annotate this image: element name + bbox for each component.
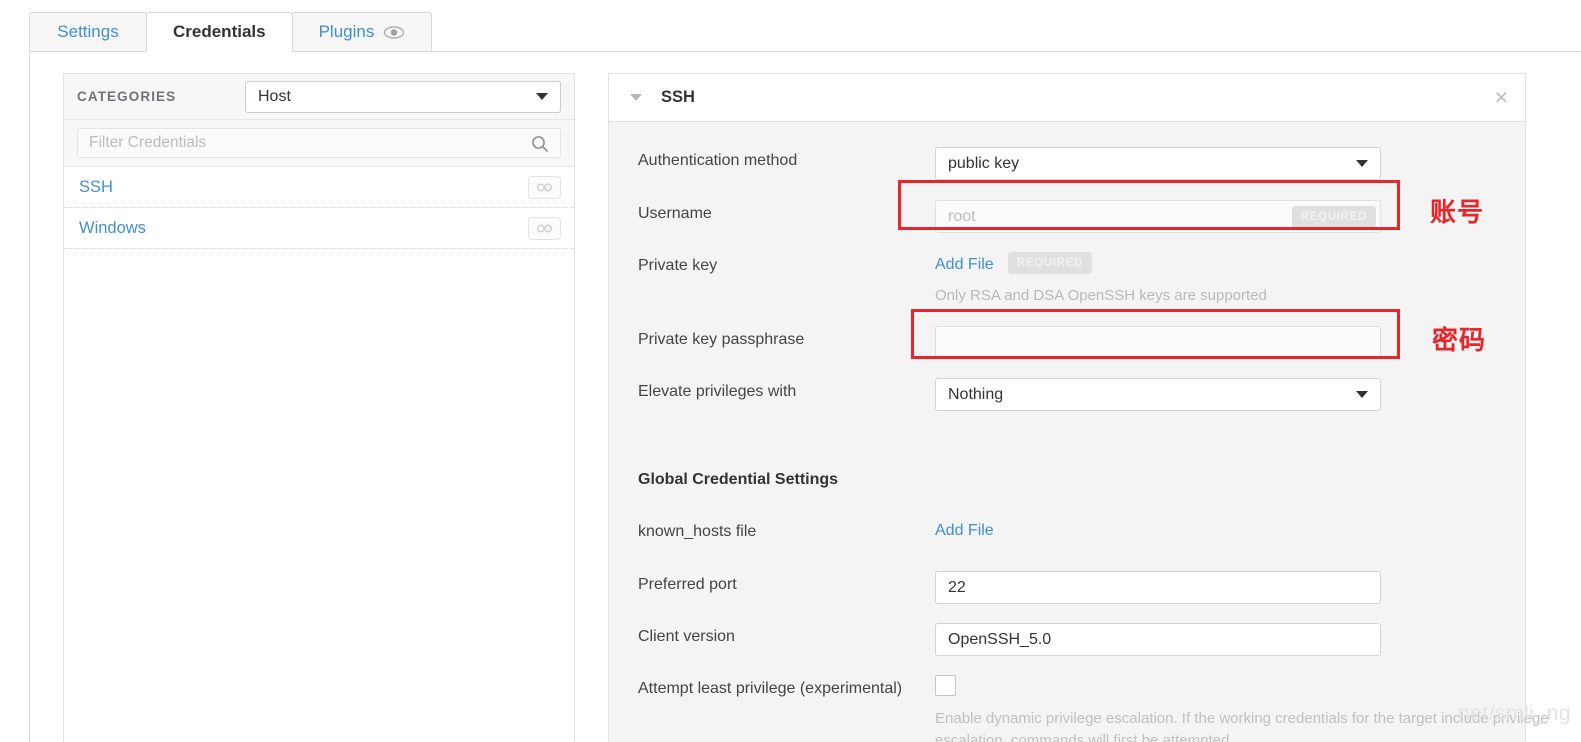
least-privilege-hint: Enable dynamic privilege escalation. If … [935, 710, 1549, 742]
label-passphrase: Private key passphrase [638, 331, 805, 348]
categories-row: CATEGORIES Host [64, 74, 574, 120]
global-credential-settings-title: Global Credential Settings [638, 471, 839, 488]
row-preferred-port: Preferred port 22 [609, 571, 1525, 604]
tab-bar: Settings Credentials Plugins [29, 12, 1581, 52]
ssh-credential-panel: SSH × Authentication method public key U… [608, 73, 1549, 742]
list-item[interactable]: Windows [64, 208, 574, 249]
label-private-key: Private key [638, 257, 718, 274]
preferred-port-value: 22 [948, 578, 966, 596]
row-private-key: Private key Add File REQUIRED Only RSA a… [609, 252, 1525, 304]
row-known-hosts: known_hosts file Add File [609, 518, 1525, 548]
label-client-version: Client version [638, 628, 735, 645]
search-icon [531, 135, 549, 158]
chevron-down-icon [536, 93, 548, 100]
annotation-label-passphrase: 密码 [1432, 325, 1487, 355]
close-icon[interactable]: × [1495, 86, 1508, 109]
panel-header: SSH × [609, 74, 1525, 122]
tab-settings-label: Settings [57, 22, 119, 41]
label-elevate-privileges: Elevate privileges with [638, 383, 797, 400]
credential-name-windows: Windows [79, 218, 146, 237]
row-client-version: Client version OpenSSH_5.0 [609, 623, 1525, 656]
username-input[interactable]: root REQUIRED [935, 200, 1381, 233]
private-key-required-badge: REQUIRED [1007, 252, 1093, 274]
authentication-method-select[interactable]: public key [935, 147, 1381, 180]
filter-credentials-input[interactable]: Filter Credentials [77, 128, 561, 158]
link-icon[interactable] [528, 216, 561, 240]
row-username: Username root REQUIRED [609, 200, 1525, 233]
label-authentication-method: Authentication method [638, 152, 798, 169]
private-key-hint: Only RSA and DSA OpenSSH keys are suppor… [935, 287, 1267, 304]
panel-body: Authentication method public key Usernam… [609, 122, 1549, 742]
known-hosts-add-file-link[interactable]: Add File [935, 518, 994, 540]
username-placeholder: root [948, 207, 976, 225]
row-elevate-privileges: Elevate privileges with Nothing [609, 378, 1525, 411]
client-version-input[interactable]: OpenSSH_5.0 [935, 623, 1381, 656]
tab-plugins-label: Plugins [318, 22, 375, 41]
credentials-sidebar: CATEGORIES Host Filter Credentials SSH W… [63, 73, 575, 742]
filter-row: Filter Credentials [64, 120, 574, 167]
eye-icon [383, 25, 405, 39]
annotation-label-username: 账号 [1430, 197, 1485, 227]
username-required-badge: REQUIRED [1291, 205, 1376, 228]
link-icon[interactable] [528, 175, 561, 199]
passphrase-input[interactable] [935, 326, 1381, 359]
label-username: Username [638, 205, 712, 222]
tab-plugins[interactable]: Plugins [291, 12, 433, 51]
private-key-add-file-link[interactable]: Add File [935, 252, 994, 274]
elevate-privileges-select[interactable]: Nothing [935, 378, 1381, 411]
app-screen: Settings Credentials Plugins CATEGORIES … [0, 0, 1581, 742]
categories-label: CATEGORIES [77, 89, 177, 104]
filter-placeholder: Filter Credentials [89, 134, 207, 151]
row-passphrase: Private key passphrase [609, 326, 1525, 359]
category-select-value: Host [258, 87, 291, 105]
elevate-privileges-value: Nothing [948, 385, 1004, 403]
list-item[interactable]: SSH [64, 167, 574, 208]
collapse-triangle-icon[interactable] [630, 94, 642, 101]
preferred-port-input[interactable]: 22 [935, 571, 1381, 604]
least-privilege-checkbox[interactable] [935, 675, 956, 696]
label-preferred-port: Preferred port [638, 576, 737, 593]
row-least-privilege: Attempt least privilege (experimental) E… [609, 675, 1549, 742]
tab-settings[interactable]: Settings [29, 12, 147, 51]
tab-credentials-label: Credentials [173, 22, 266, 41]
chevron-down-icon [1356, 391, 1368, 398]
client-version-value: OpenSSH_5.0 [948, 630, 1052, 648]
frame-left-border [29, 51, 30, 742]
label-least-privilege: Attempt least privilege (experimental) [638, 680, 903, 697]
category-select[interactable]: Host [245, 80, 561, 113]
label-known-hosts: known_hosts file [638, 523, 757, 540]
panel-title: SSH [661, 88, 695, 106]
tab-credentials[interactable]: Credentials [146, 12, 293, 52]
credential-name-ssh: SSH [79, 177, 113, 196]
authentication-method-value: public key [948, 154, 1020, 172]
row-authentication-method: Authentication method public key [609, 147, 1525, 180]
chevron-down-icon [1356, 160, 1368, 167]
